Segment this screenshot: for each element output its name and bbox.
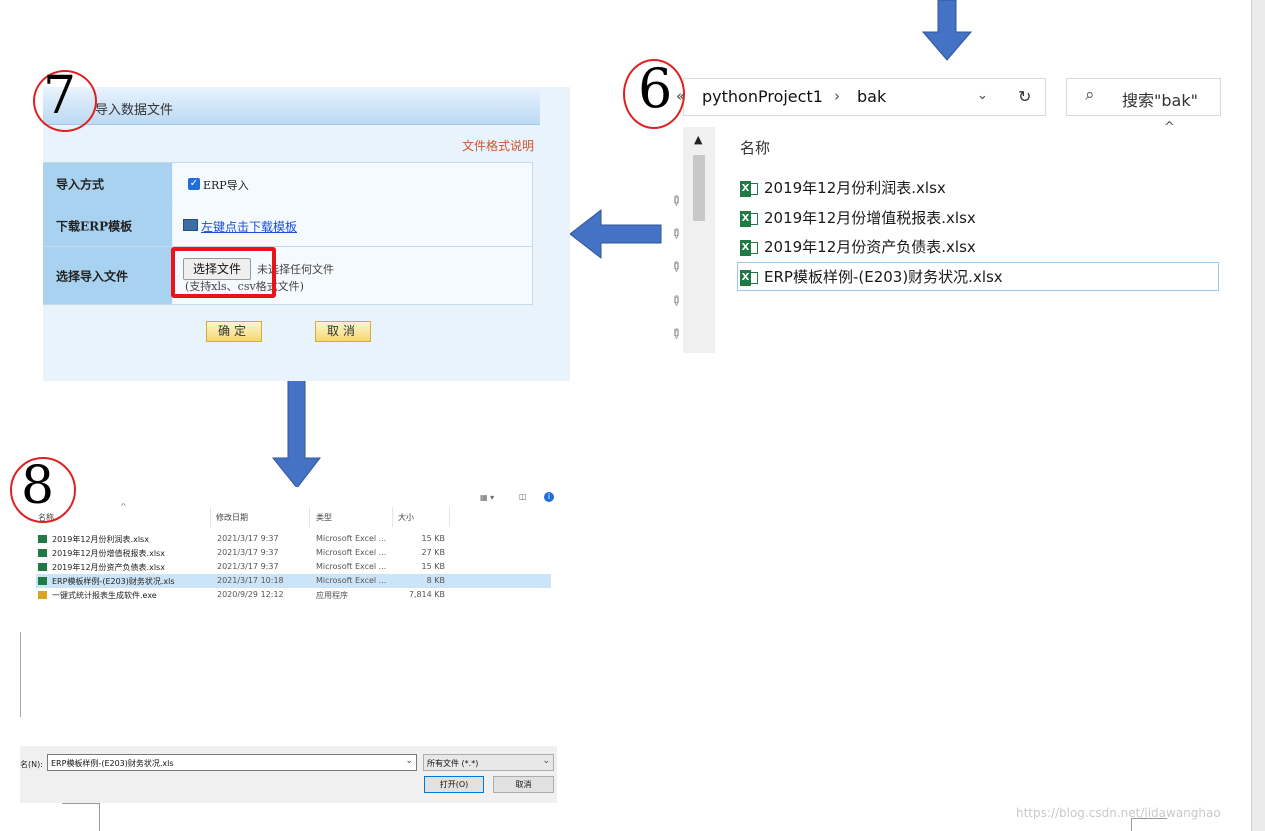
preview-pane-icon[interactable]: ◫ bbox=[519, 492, 527, 501]
open-file-dialog: ▦ ▾ ◫ i ^ 名称 修改日期 类型 大小 2019年12月份利润表.xls… bbox=[20, 487, 557, 803]
column-header-name[interactable]: 名称 bbox=[740, 137, 770, 158]
page-scrollbar[interactable] bbox=[1251, 0, 1265, 831]
address-bar[interactable]: pythonProject1 › bak ⌄ bbox=[683, 78, 1006, 116]
watermark: https://blog.csdn.net/jidawanghao bbox=[1016, 806, 1221, 820]
confirm-button[interactable]: 确定 bbox=[206, 321, 262, 342]
page-corner-line bbox=[1131, 818, 1132, 831]
view-options-icon[interactable]: ▦ ▾ bbox=[480, 493, 494, 502]
chevron-down-icon[interactable]: ⌄ bbox=[542, 756, 550, 766]
excel-file-icon: X bbox=[740, 180, 758, 197]
pin-icon[interactable]: ✎ bbox=[666, 192, 684, 210]
search-icon: ⌕ bbox=[1085, 85, 1095, 105]
download-template-label: 下载ERP模板 bbox=[56, 219, 133, 233]
import-data-dialog: 导入数据文件 文件格式说明 导入方式 ✓ ERP导入 下载ERP模板 左键点击下… bbox=[43, 87, 570, 381]
breadcrumb-item[interactable]: bak bbox=[857, 87, 886, 106]
left-edge-divider bbox=[20, 632, 21, 717]
file-row-selected[interactable]: ERP模板样例-(E203)财务状况.xls 2021/3/17 10:18 M… bbox=[36, 574, 551, 588]
column-header-size[interactable]: 大小 bbox=[398, 512, 414, 523]
excel-file-icon: X bbox=[740, 269, 758, 286]
choose-file-highlight bbox=[171, 247, 276, 298]
excel-file-icon: X bbox=[740, 239, 758, 256]
excel-file-icon bbox=[38, 549, 47, 557]
breadcrumb-separator-icon: › bbox=[834, 87, 840, 105]
arrow-down-top bbox=[921, 0, 973, 61]
quick-access-sidebar[interactable]: ▲ bbox=[683, 127, 715, 353]
cancel-button[interactable]: 取消 bbox=[315, 321, 371, 342]
template-icon bbox=[183, 219, 198, 231]
chevron-down-icon[interactable]: ⌄ bbox=[977, 88, 988, 103]
arrow-left-middle bbox=[569, 208, 662, 260]
pin-icon[interactable]: ✎ bbox=[666, 225, 684, 243]
filename-label: 名(N): bbox=[20, 760, 43, 769]
file-item[interactable]: X 2019年12月份资产负债表.xlsx bbox=[740, 236, 976, 258]
refresh-button[interactable]: ↻ bbox=[1005, 78, 1046, 116]
dialog-footer: 名(N): ERP模板样例-(E203)财务状况.xls ⌄ 所有文件 (*.*… bbox=[20, 746, 557, 803]
excel-file-icon bbox=[38, 577, 47, 585]
select-file-row: 选择导入文件 选择文件 未选择任何文件 (支持xls、csv格式文件) bbox=[43, 247, 533, 305]
header-divider bbox=[210, 507, 211, 527]
download-template-link[interactable]: 左键点击下载模板 bbox=[201, 218, 297, 235]
file-item[interactable]: X 2019年12月份增值税报表.xlsx bbox=[740, 207, 976, 229]
header-divider bbox=[309, 507, 310, 527]
search-input[interactable]: 搜索"bak" bbox=[1122, 87, 1198, 111]
file-item-selected[interactable]: X ERP模板样例-(E203)财务状况.xlsx bbox=[740, 266, 1003, 288]
step-7-number: 7 bbox=[43, 66, 77, 126]
pin-icon[interactable]: ✎ bbox=[666, 292, 684, 310]
help-icon[interactable]: i bbox=[544, 492, 554, 502]
import-method-label: 导入方式 bbox=[56, 177, 105, 192]
page-edge-line bbox=[99, 803, 100, 831]
file-row[interactable]: 2019年12月份利润表.xlsx 2021/3/17 9:37 Microso… bbox=[36, 532, 551, 546]
chevron-down-icon[interactable]: ⌄ bbox=[405, 756, 413, 766]
excel-file-icon bbox=[38, 563, 47, 571]
dialog-title-bar: 导入数据文件 bbox=[43, 90, 540, 125]
arrow-down-bottom bbox=[271, 377, 322, 489]
page-edge-line bbox=[62, 803, 99, 804]
download-template-row: 下载ERP模板 左键点击下载模板 bbox=[43, 205, 533, 247]
pin-icon[interactable]: ✎ bbox=[666, 325, 684, 343]
file-row[interactable]: 2019年12月份增值税报表.xlsx 2021/3/17 9:37 Micro… bbox=[36, 546, 551, 560]
header-divider bbox=[392, 507, 393, 527]
column-header-date[interactable]: 修改日期 bbox=[216, 512, 248, 523]
erp-import-label: ERP导入 bbox=[203, 179, 249, 192]
excel-file-icon: X bbox=[740, 210, 758, 227]
erp-import-checkbox[interactable]: ✓ bbox=[188, 178, 200, 190]
scroll-up-icon[interactable]: ▲ bbox=[694, 133, 702, 146]
sort-up-icon[interactable]: ^ bbox=[1164, 120, 1175, 135]
file-row[interactable]: 一键式统计报表生成软件.exe 2020/9/29 12:12 应用程序 7,8… bbox=[36, 588, 551, 602]
application-icon bbox=[38, 591, 47, 599]
header-divider bbox=[449, 507, 450, 527]
sort-up-icon[interactable]: ^ bbox=[120, 502, 127, 511]
file-item[interactable]: X 2019年12月份利润表.xlsx bbox=[740, 177, 946, 199]
search-box[interactable]: ⌕ 搜索"bak" bbox=[1066, 78, 1221, 116]
dialog-title: 导入数据文件 bbox=[95, 103, 174, 118]
import-method-row: 导入方式 ✓ ERP导入 bbox=[43, 162, 533, 206]
step-6-number: 6 bbox=[638, 57, 673, 120]
select-file-label: 选择导入文件 bbox=[56, 269, 129, 283]
pin-icon[interactable]: ✎ bbox=[666, 258, 684, 276]
open-button[interactable]: 打开(O) bbox=[424, 776, 484, 793]
file-explorer-window: pythonProject1 › bak ⌄ ↻ ⌕ 搜索"bak" ▲ ✎ ✎… bbox=[666, 72, 1221, 354]
step-8-number: 8 bbox=[21, 456, 55, 516]
excel-file-icon bbox=[38, 535, 47, 543]
refresh-icon: ↻ bbox=[1018, 87, 1032, 106]
column-header-type[interactable]: 类型 bbox=[316, 512, 332, 523]
page-corner-line bbox=[1131, 818, 1167, 819]
scrollbar-thumb[interactable] bbox=[693, 155, 705, 221]
filename-input[interactable]: ERP模板样例-(E203)财务状况.xls ⌄ bbox=[47, 754, 417, 771]
breadcrumb-item[interactable]: pythonProject1 bbox=[702, 87, 823, 106]
dialog-cancel-button[interactable]: 取消 bbox=[493, 776, 554, 793]
file-type-filter[interactable]: 所有文件 (*.*) ⌄ bbox=[423, 754, 554, 771]
file-format-link[interactable]: 文件格式说明 bbox=[462, 137, 534, 154]
file-row[interactable]: 2019年12月份资产负债表.xlsx 2021/3/17 9:37 Micro… bbox=[36, 560, 551, 574]
